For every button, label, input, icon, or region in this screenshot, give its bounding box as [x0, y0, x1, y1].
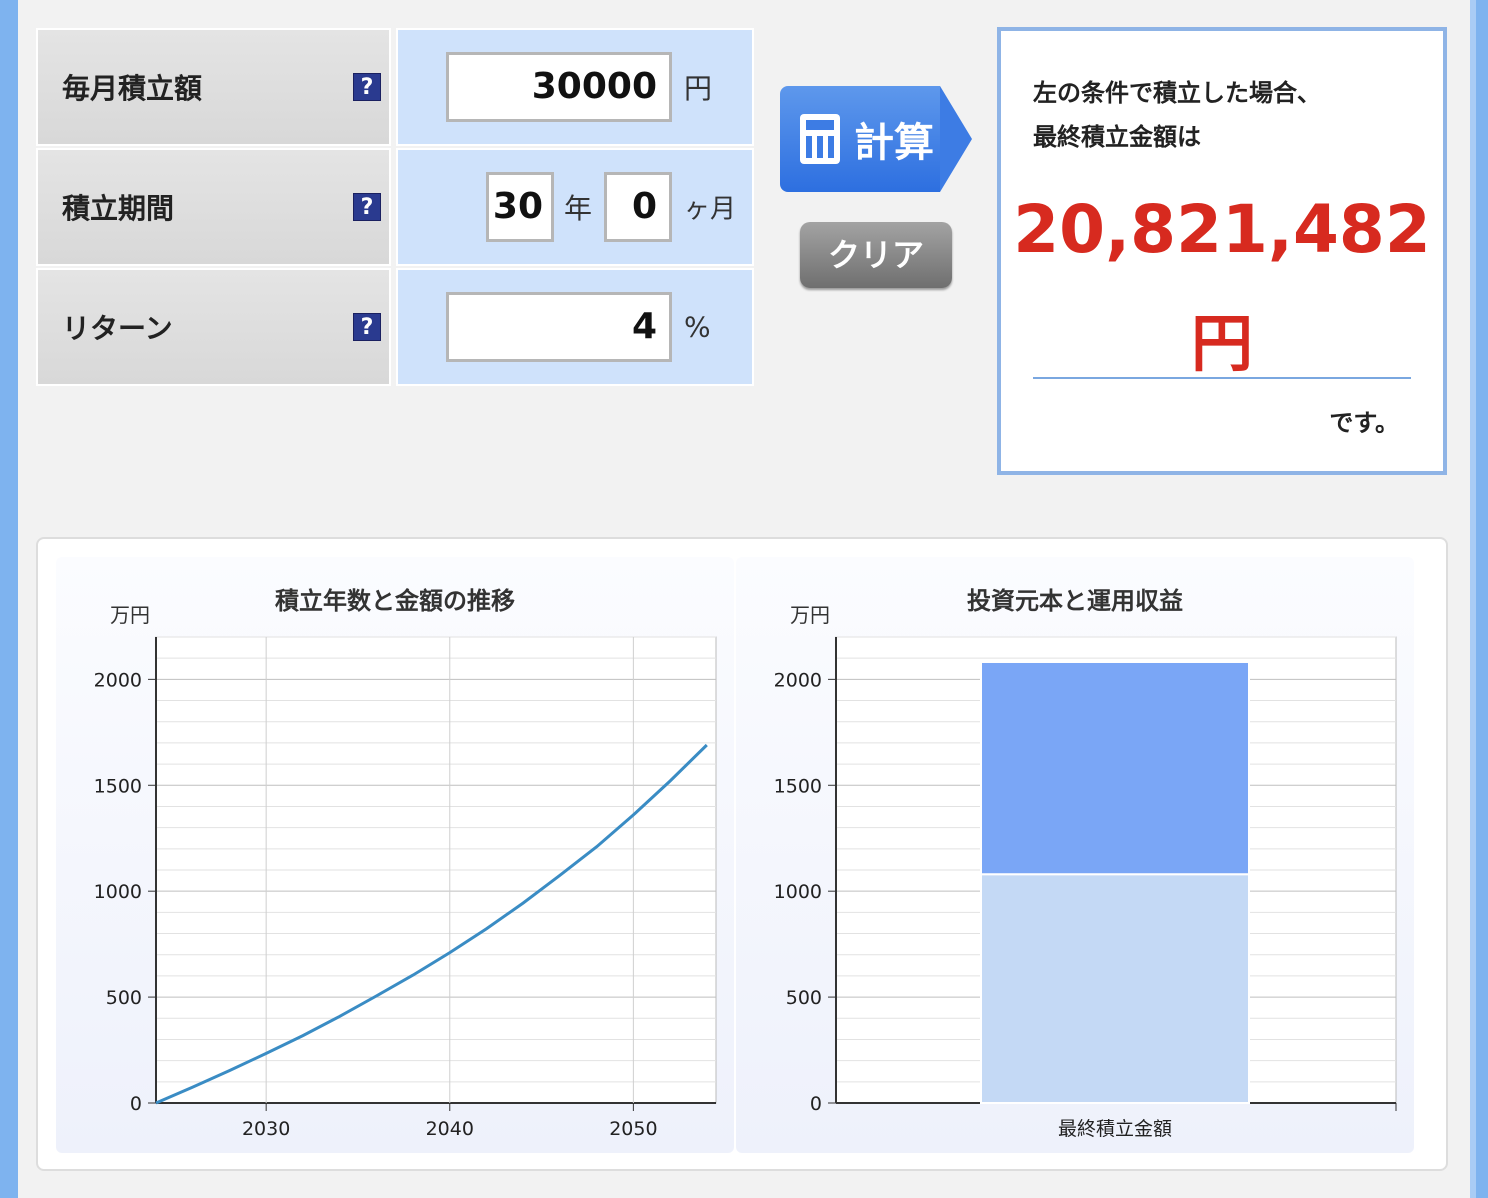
period-months-input[interactable]: 0 [604, 172, 672, 242]
y-tick-label: 2000 [774, 669, 822, 691]
y-tick-label: 1500 [774, 775, 822, 797]
growth-line-chart: 0 500 1000 1500 2000 2030 2040 2050 [94, 636, 717, 1140]
charts-panel: 積立年数と金額の推移 万円 0 500 1000 1500 2000 2030 2040 20… [36, 537, 1448, 1171]
x-tick-label: 2040 [426, 1118, 474, 1140]
calculate-label: 計算 [854, 120, 934, 166]
bar-segment [980, 660, 1250, 876]
category-label: 最終積立金額 [1058, 1118, 1172, 1140]
monthly-amount-unit: 円 [684, 72, 713, 105]
period-years-input[interactable]: 30 [486, 172, 554, 242]
return-unit: % [684, 310, 711, 344]
y-tick-label: 2000 [94, 669, 142, 691]
breakdown-chart-card: 投資元本と運用収益 万円 0 500 1000 1500 2000 最終積立金額 [736, 557, 1414, 1153]
result-box: 左の条件で積立した場合、 最終積立金額は 20,821,482 円 です。 [997, 27, 1447, 475]
growth-chart-card: 積立年数と金額の推移 万円 0 500 1000 1500 2000 2030 2040 20… [56, 557, 734, 1153]
period-years-unit: 年 [564, 192, 593, 225]
left-border [0, 0, 18, 1198]
calculate-button[interactable]: 計算 [780, 86, 972, 192]
help-icon[interactable]: ? [353, 193, 381, 221]
help-icon[interactable]: ? [353, 73, 381, 101]
return-label: リターン [62, 312, 173, 345]
y-tick-label: 0 [810, 1093, 822, 1115]
right-border [1470, 0, 1488, 1198]
period-label: 積立期間 [62, 192, 175, 225]
calculator-icon [800, 114, 840, 164]
y-tick-label: 0 [130, 1093, 142, 1115]
period-months-unit: ヶ月 [684, 194, 737, 225]
return-row: リターン ? 4 % [36, 268, 756, 386]
x-tick-label: 2050 [609, 1118, 657, 1140]
return-value-cell: 4 % [396, 268, 754, 386]
bar-segment [980, 873, 1250, 1104]
breakdown-bar-chart: 0 500 1000 1500 2000 最終積立金額 [774, 636, 1397, 1140]
result-intro-line2: 最終積立金額は [1033, 123, 1201, 151]
monthly-amount-label: 毎月積立額 [62, 72, 203, 105]
monthly-amount-input[interactable]: 30000 [446, 52, 672, 122]
y-tick-label: 1500 [94, 775, 142, 797]
result-intro: 左の条件で積立した場合、 最終積立金額は [1033, 71, 1321, 159]
y-tick-label: 1000 [774, 881, 822, 903]
result-outro: です。 [1329, 409, 1399, 437]
help-icon[interactable]: ? [353, 313, 381, 341]
x-tick-label: 2030 [242, 1118, 290, 1140]
y-tick-label: 500 [106, 987, 142, 1009]
monthly-amount-row: 毎月積立額 ? 30000 円 [36, 28, 756, 146]
y-tick-label: 500 [786, 987, 822, 1009]
return-input[interactable]: 4 [446, 292, 672, 362]
monthly-amount-value-cell: 30000 円 [396, 28, 754, 146]
period-row: 積立期間 ? 30 年 0 ヶ月 [36, 148, 756, 266]
monthly-amount-label-cell: 毎月積立額 ? [36, 28, 391, 146]
result-amount: 20,821,482 [1013, 191, 1431, 268]
result-intro-line1: 左の条件で積立した場合、 [1033, 79, 1321, 107]
period-value-cell: 30 年 0 ヶ月 [396, 148, 754, 266]
return-label-cell: リターン ? [36, 268, 391, 386]
y-tick-label: 1000 [94, 881, 142, 903]
period-label-cell: 積立期間 ? [36, 148, 391, 266]
result-currency: 円 [1190, 307, 1253, 380]
result-divider [1033, 377, 1411, 379]
clear-button[interactable]: クリア [800, 222, 952, 288]
